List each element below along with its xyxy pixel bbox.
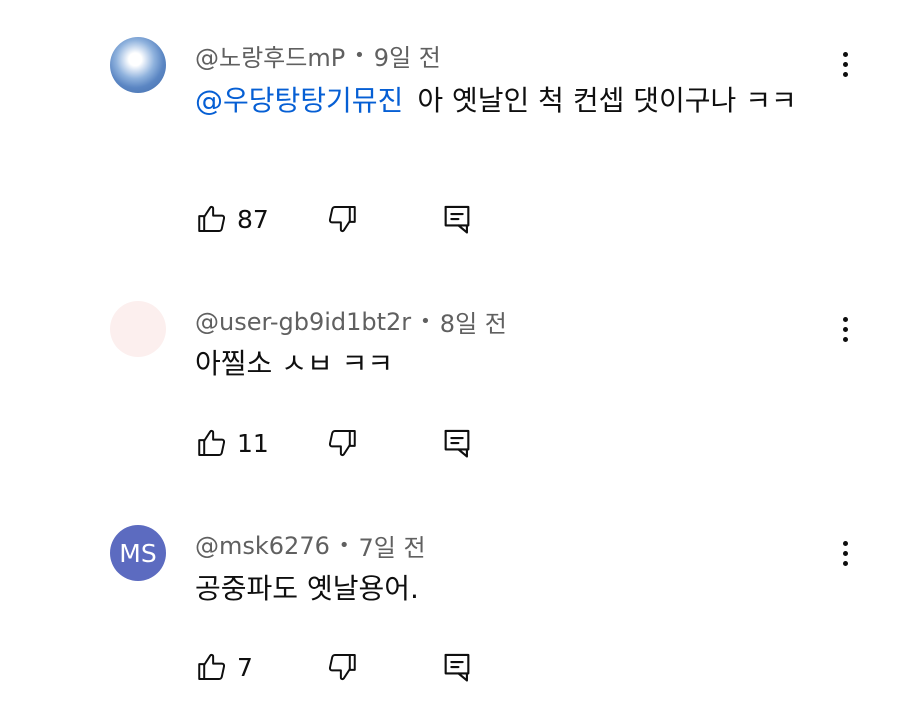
comment-body: 아찔소 ㅅㅂ ㅋㅋ bbox=[195, 347, 394, 380]
comment-actions: 87 bbox=[195, 201, 515, 237]
like-button[interactable]: 11 bbox=[195, 425, 269, 461]
like-count: 7 bbox=[237, 652, 253, 682]
thumb-up-icon bbox=[198, 205, 226, 233]
dislike-button[interactable] bbox=[325, 201, 359, 237]
comment-body: 공중파도 옛날용어. bbox=[195, 572, 419, 605]
timestamp[interactable]: 9일 전 bbox=[374, 38, 441, 73]
avatar[interactable] bbox=[110, 37, 166, 93]
author-name[interactable]: @user-gb9id1bt2r bbox=[195, 308, 411, 336]
thumb-down-icon bbox=[328, 653, 356, 681]
thumb-up-icon bbox=[198, 429, 226, 457]
timestamp[interactable]: 8일 전 bbox=[440, 304, 507, 339]
comment-header: @노랑후드mP • 9일 전 bbox=[195, 38, 441, 73]
like-button[interactable]: 7 bbox=[195, 649, 253, 685]
more-dot bbox=[842, 336, 848, 342]
reply-button[interactable] bbox=[440, 649, 474, 685]
comment-body: 아 옛날인 척 컨셉 댓이구나 ㅋㅋ bbox=[417, 84, 797, 117]
reply-button[interactable] bbox=[440, 201, 474, 237]
avatar-initials: MS bbox=[119, 538, 157, 568]
more-dot bbox=[842, 560, 848, 566]
like-count: 87 bbox=[237, 204, 269, 234]
comment-header: @user-gb9id1bt2r • 8일 전 bbox=[195, 304, 507, 339]
avatar[interactable]: MS bbox=[110, 525, 166, 581]
like-count: 11 bbox=[237, 428, 269, 458]
more-options-button[interactable] bbox=[830, 46, 860, 82]
reply-icon bbox=[444, 205, 470, 234]
comment-header: @msk6276 • 7일 전 bbox=[195, 528, 426, 563]
thumb-down-icon bbox=[328, 429, 356, 457]
more-vert-icon bbox=[842, 316, 848, 322]
thumb-up-icon bbox=[198, 653, 226, 681]
more-dot bbox=[842, 61, 848, 67]
reply-icon bbox=[444, 653, 470, 682]
dislike-button[interactable] bbox=[325, 425, 359, 461]
avatar[interactable] bbox=[110, 301, 166, 357]
comment-actions: 7 bbox=[195, 649, 515, 685]
comment-text: 공중파도 옛날용어. bbox=[195, 566, 815, 612]
separator-dot: • bbox=[420, 311, 431, 332]
author-name[interactable]: @msk6276 bbox=[195, 532, 330, 560]
reply-button[interactable] bbox=[440, 425, 474, 461]
mention-link[interactable]: @우당탕탕기뮤진 bbox=[195, 84, 403, 117]
dislike-button[interactable] bbox=[325, 649, 359, 685]
reply-icon bbox=[444, 429, 470, 458]
more-dot bbox=[842, 550, 848, 556]
thumb-down-icon bbox=[328, 205, 356, 233]
author-name[interactable]: @노랑후드mP bbox=[195, 38, 345, 73]
more-vert-icon bbox=[842, 540, 848, 546]
more-vert-icon bbox=[842, 51, 848, 57]
more-dot bbox=[842, 326, 848, 332]
more-options-button[interactable] bbox=[830, 535, 860, 571]
separator-dot: • bbox=[354, 45, 365, 66]
comment-text: @우당탕탕기뮤진 아 옛날인 척 컨셉 댓이구나 ㅋㅋ bbox=[195, 78, 815, 124]
like-button[interactable]: 87 bbox=[195, 201, 269, 237]
more-options-button[interactable] bbox=[830, 311, 860, 347]
separator-dot: • bbox=[338, 535, 350, 556]
comment-text: 아찔소 ㅅㅂ ㅋㅋ bbox=[195, 341, 815, 387]
timestamp[interactable]: 7일 전 bbox=[358, 528, 425, 563]
more-dot bbox=[842, 71, 848, 77]
comment-actions: 11 bbox=[195, 425, 515, 461]
